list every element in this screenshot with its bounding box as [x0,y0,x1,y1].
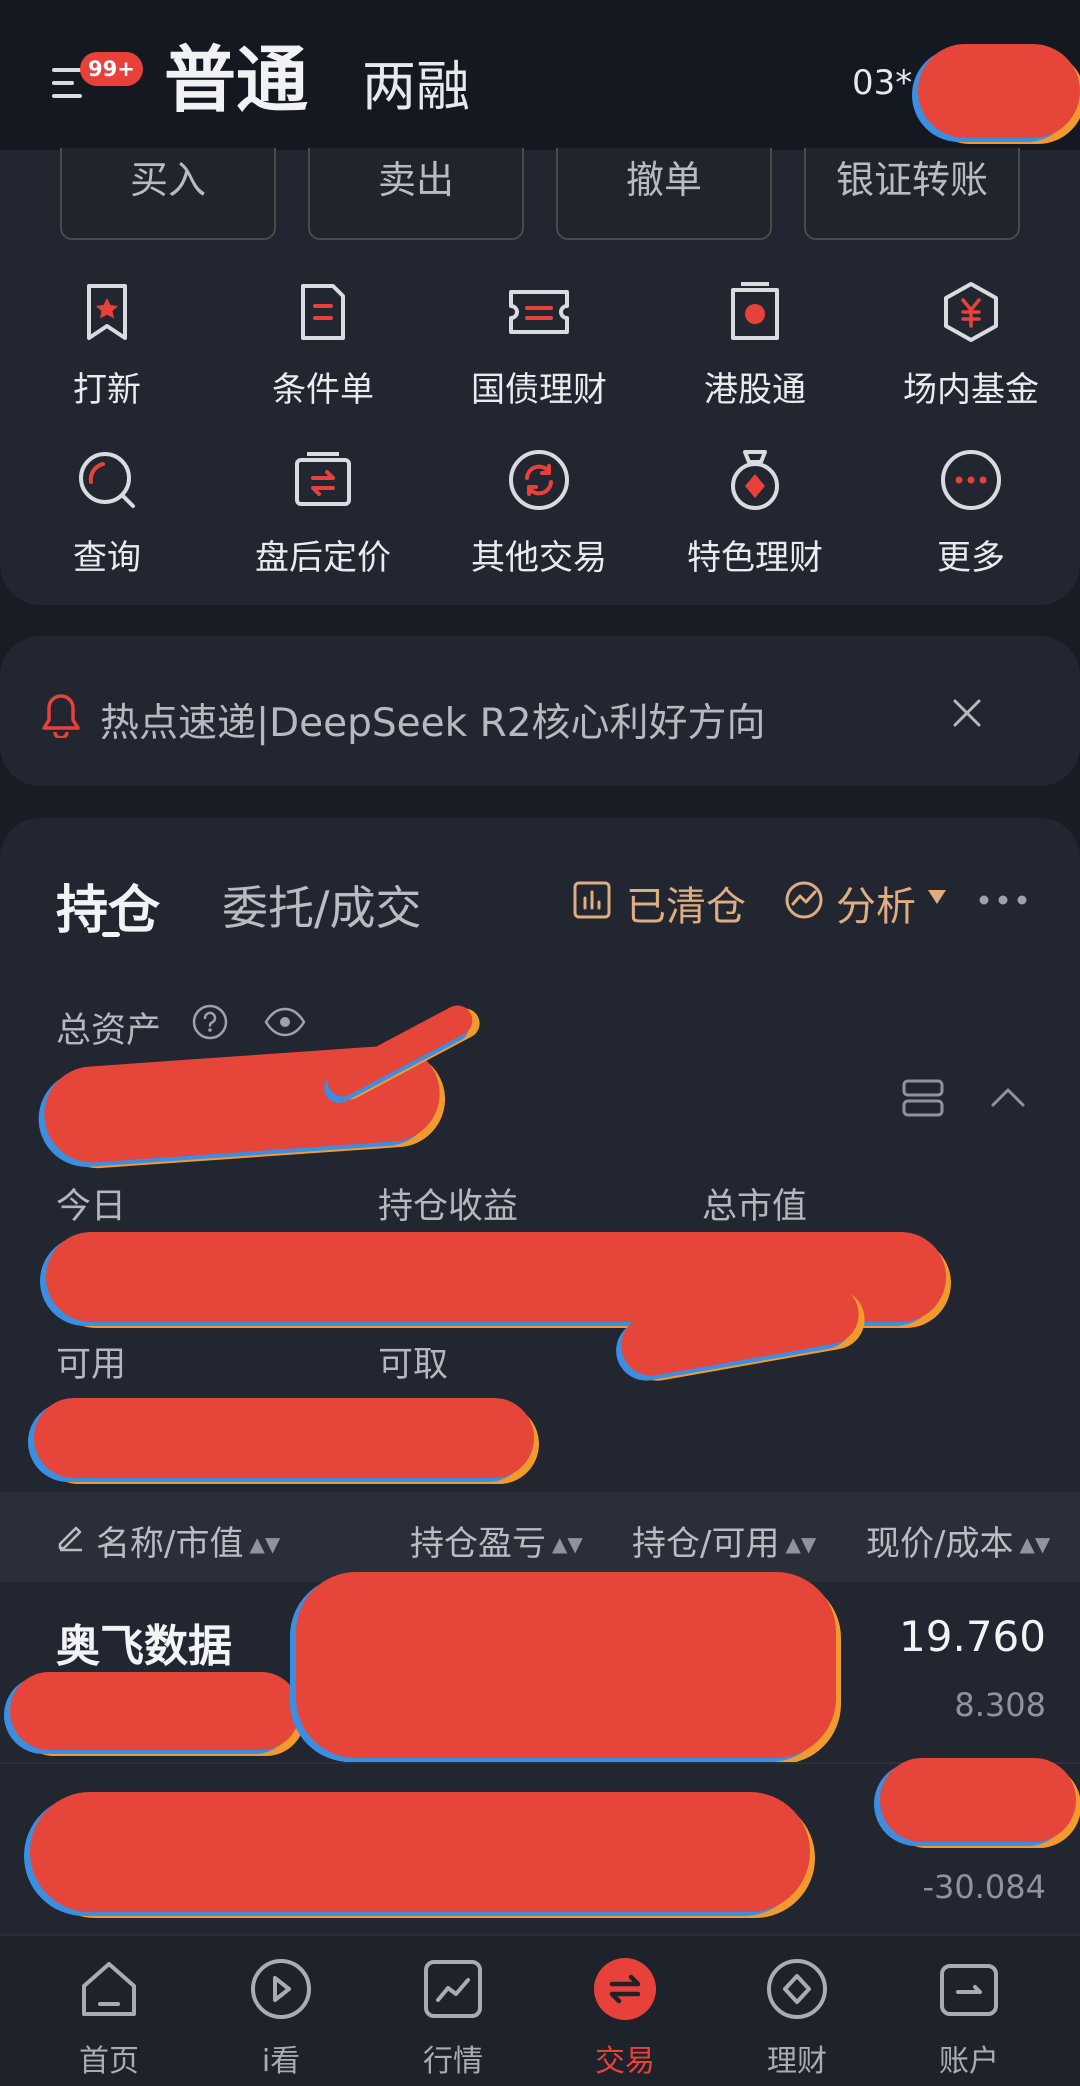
search-icon [79,452,135,508]
col-price-cost[interactable]: 现价/成本 ▲▼ [866,1516,1050,1565]
redaction-account [918,44,1080,138]
nav-wealth[interactable]: 理财 [732,1956,862,2080]
medal-icon [731,450,779,510]
redaction-row1-mid [296,1572,836,1758]
cleared-positions-button[interactable]: 已清仓 [626,874,746,932]
chart-trend-icon [424,1960,482,2018]
yuan-hexagon-icon [944,282,998,342]
nav-home[interactable]: 首页 [44,1956,174,2080]
account-number[interactable]: 03* [852,60,912,106]
today-label: 今日 [56,1187,127,1227]
func-after-hours-pricing[interactable]: 盘后定价 [228,448,418,579]
ticket-icon [509,290,569,334]
func-ipo[interactable]: 打新 [12,280,202,411]
home-icon [82,1962,136,2016]
func-query[interactable]: 查询 [12,448,202,579]
func-other-trades[interactable]: 其他交易 [444,448,634,579]
sell-button[interactable]: 卖出 [308,148,524,240]
tab-margin-account[interactable]: 两融 [362,52,470,122]
exchange-card-icon [295,452,351,506]
position-pnl-label: 持仓收益 [378,1187,519,1227]
tab-active-indicator [102,932,120,937]
analysis-icon [785,881,823,919]
nav-watch[interactable]: i看 [216,1956,346,2080]
stock-price: 19.760 [899,1612,1046,1661]
redaction-row2-price [880,1758,1076,1842]
withdrawable-label: 可取 [378,1345,449,1385]
caret-down-icon[interactable] [928,890,946,904]
help-icon[interactable] [192,1004,228,1040]
hk-flower-icon [731,282,779,340]
wallet-icon [940,1964,998,2016]
tab-normal-account[interactable]: 普通 [164,30,308,130]
eye-icon[interactable] [264,1006,306,1038]
stock-cost: -30.084 [922,1868,1046,1906]
chevron-up-icon[interactable] [990,1086,1026,1108]
top-header [0,0,1080,150]
cancel-order-button[interactable]: 撤单 [556,148,772,240]
more-options-icon[interactable] [978,894,1028,906]
redaction-row1-left [10,1672,300,1750]
news-banner-text[interactable]: 热点速递|DeepSeek R2核心利好方向 [100,692,766,748]
func-exchange-fund[interactable]: 场内基金 [876,280,1066,411]
redaction-available-values [34,1398,534,1478]
stock-name: 奥飞数据 [56,1621,232,1672]
trade-exchange-icon [594,1958,656,2020]
close-icon[interactable] [952,698,982,728]
play-icon [251,1959,311,2019]
stock-cost: 8.308 [954,1686,1046,1724]
col-position-pnl[interactable]: 持仓盈亏 ▲▼ [410,1516,583,1565]
col-name-value[interactable]: 名称/市值 ▲▼ [96,1516,280,1565]
func-special-wealth[interactable]: 特色理财 [660,448,850,579]
func-hk-connect[interactable]: 港股通 [660,280,850,411]
available-label: 可用 [56,1345,127,1385]
nav-market[interactable]: 行情 [388,1956,518,2080]
notification-badge: 99+ [80,52,143,86]
func-treasury-bond[interactable]: 国债理财 [444,280,634,411]
document-icon [301,284,345,340]
nav-trade[interactable]: 交易 [560,1956,690,2080]
col-position-available[interactable]: 持仓/可用 ▲▼ [632,1516,816,1565]
nav-account[interactable]: 账户 [904,1956,1034,2080]
total-assets-label: 总资产 [56,1011,162,1051]
refresh-circle-icon [509,450,569,510]
func-more[interactable]: 更多 [876,448,1066,579]
bookmark-star-icon [87,284,127,340]
redaction-row2 [30,1792,810,1912]
edit-icon[interactable] [56,1522,86,1552]
bell-icon [42,694,80,738]
market-value-label: 总市值 [702,1187,808,1227]
analysis-button[interactable]: 分析 [836,874,916,932]
bank-transfer-button[interactable]: 银证转账 [804,148,1020,240]
tab-orders-trades[interactable]: 委托/成交 [222,872,422,938]
more-dots-icon [941,450,1001,510]
bar-chart-icon [573,881,611,919]
diamond-icon [767,1959,827,2019]
list-view-icon[interactable] [902,1078,944,1118]
func-conditional-order[interactable]: 条件单 [228,280,418,411]
buy-button[interactable]: 买入 [60,148,276,240]
